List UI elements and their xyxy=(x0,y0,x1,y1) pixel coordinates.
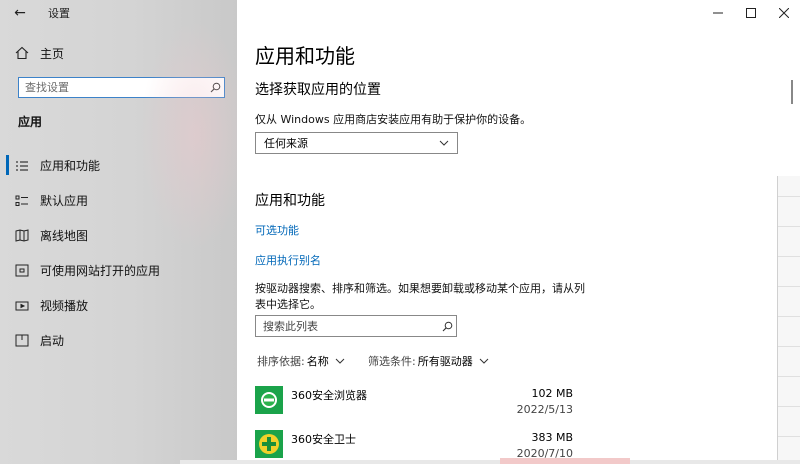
sidebar-item-home[interactable]: 主页 xyxy=(0,40,237,66)
app-list-item[interactable]: 360安全浏览器 102 MB 2022/5/13 xyxy=(255,383,573,423)
scrollbar[interactable] xyxy=(791,80,793,104)
minimize-icon xyxy=(712,12,723,14)
window-controls xyxy=(701,0,800,26)
background-window-bottom xyxy=(180,460,800,464)
chevron-down-icon xyxy=(479,358,489,364)
filter-label: 筛选条件: xyxy=(368,355,416,368)
sidebar-item-label: 可使用网站打开的应用 xyxy=(40,264,161,278)
app-list-search-box[interactable] xyxy=(255,315,457,337)
install-source-dropdown[interactable]: 任何来源 xyxy=(255,132,458,154)
sidebar-item-website-apps[interactable]: 可使用网站打开的应用 xyxy=(0,253,237,288)
sort-label: 排序依据: xyxy=(257,355,305,368)
background-window-highlight xyxy=(500,458,630,464)
search-icon[interactable] xyxy=(438,317,456,336)
website-apps-icon xyxy=(14,263,30,279)
apps-features-heading: 应用和功能 xyxy=(255,193,325,209)
install-source-heading: 选择获取应用的位置 xyxy=(255,82,381,98)
back-arrow-icon: ← xyxy=(14,5,26,21)
main-content: 应用和功能 选择获取应用的位置 仅从 Windows 应用商店安装应用有助于保护… xyxy=(237,0,800,464)
sidebar-item-offline-maps[interactable]: 离线地图 xyxy=(0,218,237,253)
default-apps-icon xyxy=(14,193,30,209)
sidebar-item-label: 默认应用 xyxy=(40,194,89,208)
sidebar-item-label: 离线地图 xyxy=(40,229,89,243)
offline-map-icon xyxy=(14,228,30,244)
install-source-description: 仅从 Windows 应用商店安装应用有助于保护你的设备。 xyxy=(255,113,532,126)
maximize-icon xyxy=(745,8,756,18)
filter-value: 所有驱动器 xyxy=(417,355,473,368)
sidebar-item-apps-features[interactable]: 应用和功能 xyxy=(0,148,237,183)
page-title: 应用和功能 xyxy=(255,44,355,68)
sidebar-item-label: 应用和功能 xyxy=(40,159,101,173)
app-name: 360安全卫士 xyxy=(291,433,356,446)
sidebar-nav: 应用和功能 默认应用 离线地图 可使用网站打开的应用 视频播放 启动 xyxy=(0,148,237,358)
app-date: 2022/5/13 xyxy=(516,403,573,416)
optional-features-link[interactable]: 可选功能 xyxy=(255,222,299,238)
background-window-edge xyxy=(777,176,800,464)
sidebar-item-default-apps[interactable]: 默认应用 xyxy=(0,183,237,218)
filter-dropdown[interactable]: 筛选条件: 所有驱动器 xyxy=(368,353,489,369)
minimize-button[interactable] xyxy=(701,0,734,26)
chevron-down-icon xyxy=(439,140,449,146)
chevron-down-icon xyxy=(335,358,345,364)
titlebar-left: ← 设置 xyxy=(0,0,237,26)
app-list-search-input[interactable] xyxy=(256,319,438,333)
sidebar-item-startup[interactable]: 启动 xyxy=(0,323,237,358)
app-name: 360安全浏览器 xyxy=(291,389,367,402)
video-playback-icon xyxy=(14,298,30,314)
apps-info-text: 按驱动器搜索、排序和筛选。如果想要卸载或移动某个应用，请从列表中选择它。 xyxy=(255,282,585,311)
home-icon xyxy=(14,45,30,61)
maximize-button[interactable] xyxy=(734,0,767,26)
apps-list-icon xyxy=(14,158,30,174)
settings-search-box[interactable] xyxy=(18,77,225,98)
window-title: 设置 xyxy=(48,7,70,20)
sidebar: ← 设置 主页 应用 应用和功能 默认应用 xyxy=(0,0,237,464)
settings-search-input[interactable] xyxy=(19,78,206,97)
close-icon xyxy=(778,8,789,18)
sidebar-section-label: 应用 xyxy=(18,115,43,129)
sort-value: 名称 xyxy=(306,355,329,368)
sort-dropdown[interactable]: 排序依据: 名称 xyxy=(257,353,345,369)
360-browser-icon xyxy=(255,386,283,414)
sidebar-item-label: 启动 xyxy=(40,334,65,348)
search-icon[interactable] xyxy=(206,78,224,97)
startup-icon xyxy=(14,333,30,349)
install-source-selected: 任何来源 xyxy=(264,137,308,150)
app-size: 383 MB xyxy=(531,431,573,444)
sidebar-item-video-playback[interactable]: 视频播放 xyxy=(0,288,237,323)
sidebar-item-label: 视频播放 xyxy=(40,299,89,313)
back-button[interactable]: ← xyxy=(0,0,40,26)
close-button[interactable] xyxy=(767,0,800,26)
app-execution-alias-link[interactable]: 应用执行别名 xyxy=(255,252,321,268)
360-safe-icon xyxy=(255,430,283,458)
app-size: 102 MB xyxy=(531,387,573,400)
home-label: 主页 xyxy=(40,46,65,61)
